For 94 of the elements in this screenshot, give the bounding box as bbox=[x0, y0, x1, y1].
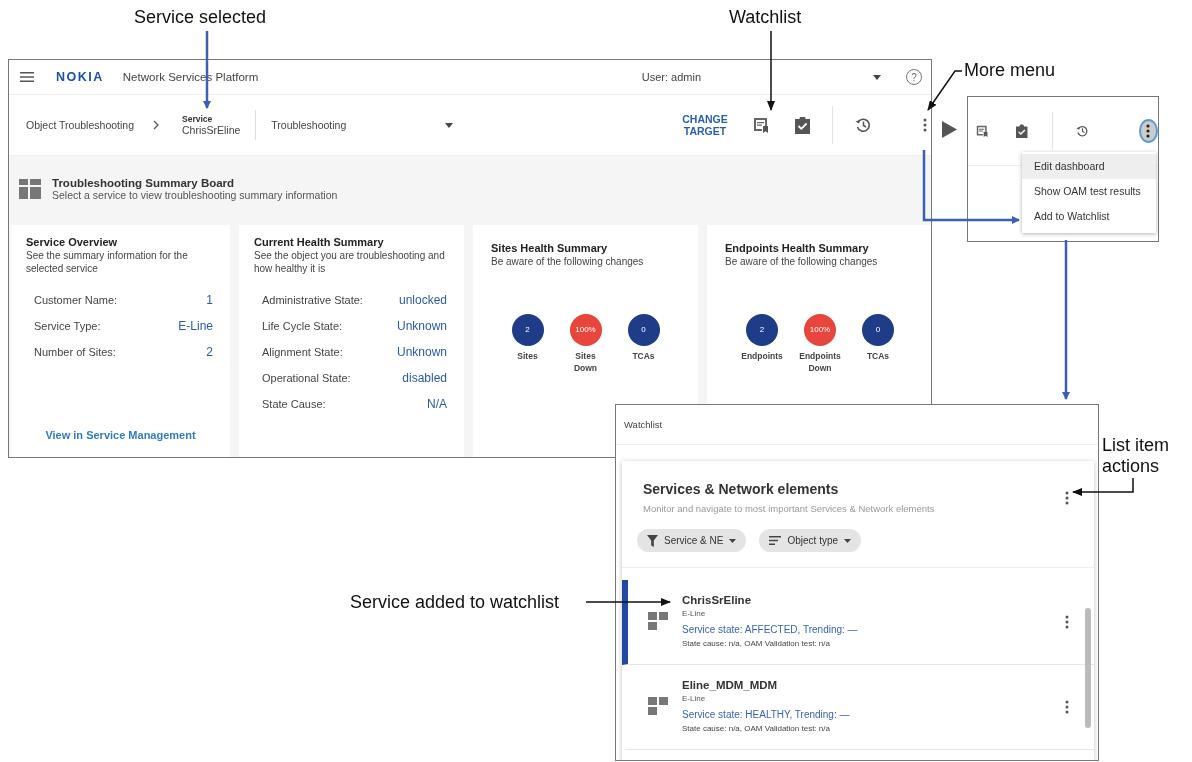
count-circle: 0 bbox=[627, 313, 660, 346]
field-label: State Cause: bbox=[262, 398, 326, 410]
item-name: Eline_MDM_MDM bbox=[682, 678, 779, 692]
callout-arrow bbox=[927, 70, 963, 111]
field-value: Unknown bbox=[396, 345, 447, 359]
menu-item[interactable]: Show OAM test results bbox=[1022, 179, 1156, 204]
card-subtitle: See the summary information for the selected service bbox=[26, 250, 189, 275]
item-type: E-Line bbox=[682, 608, 707, 620]
count-circle: 100% bbox=[804, 313, 836, 346]
count-label: Endpoints Down bbox=[799, 349, 841, 374]
callout-label: List item actions bbox=[1102, 435, 1171, 477]
change-target-button[interactable]: CHANGE TARGET bbox=[682, 113, 728, 137]
count-label: Endpoints bbox=[741, 349, 783, 362]
field-value: Unknown bbox=[396, 319, 447, 333]
field-label: Operational State: bbox=[262, 372, 351, 384]
count-label: Sites bbox=[517, 349, 538, 362]
sort-icon bbox=[769, 536, 782, 545]
caret-icon bbox=[729, 538, 737, 543]
clipboard-check-icon[interactable] bbox=[795, 116, 810, 134]
user-menu[interactable]: User: admin bbox=[641, 71, 701, 83]
card-title: Service Overview bbox=[26, 236, 119, 248]
field-label: Customer Name: bbox=[34, 294, 118, 306]
caret-icon bbox=[445, 122, 454, 128]
watchlist-icon[interactable] bbox=[976, 123, 989, 139]
callout-label: Watchlist bbox=[729, 7, 802, 28]
service-grid-icon bbox=[648, 697, 668, 717]
item-actions-icon[interactable] bbox=[1065, 615, 1069, 629]
scrollbar[interactable] bbox=[1085, 608, 1091, 728]
field-value: E-Line bbox=[178, 319, 213, 333]
item-details: State cause: n/a, OAM Validation test: n/a bbox=[682, 723, 831, 735]
count-label: TCAs bbox=[632, 349, 655, 362]
field-label: Alignment State: bbox=[262, 346, 343, 358]
watchlist-title: Watchlist bbox=[624, 419, 663, 430]
chevron-right-icon bbox=[153, 120, 159, 130]
more-icon bbox=[1146, 124, 1151, 138]
caret-icon bbox=[873, 74, 881, 80]
item-state: Service state: HEALTHY, Trending: — bbox=[682, 708, 851, 722]
history-icon[interactable] bbox=[855, 117, 871, 133]
more-actions-icon[interactable] bbox=[1065, 490, 1069, 505]
field-label: Administrative State: bbox=[262, 294, 363, 306]
service-grid-icon bbox=[648, 612, 668, 632]
service-name: ChrisSrEline bbox=[182, 125, 241, 136]
field-label: Number of Sites: bbox=[34, 346, 116, 358]
board-subtitle: Select a service to view troubleshooting summary information bbox=[52, 189, 338, 201]
item-state: Service state: AFFECTED, Trending: — bbox=[682, 623, 859, 637]
callout-label: Service selected bbox=[134, 7, 267, 28]
card-title: Endpoints Health Summary bbox=[725, 242, 870, 254]
more-menu-button[interactable] bbox=[1138, 119, 1158, 143]
breadcrumb-link[interactable]: Object Troubleshooting bbox=[26, 119, 134, 131]
count-circle: 100% bbox=[569, 313, 602, 346]
count-circle: 0 bbox=[862, 313, 894, 346]
field-label: Life Cycle State: bbox=[262, 320, 343, 332]
callout-arrow bbox=[1072, 477, 1134, 496]
watchlist-icon[interactable] bbox=[753, 117, 769, 133]
service-management-link[interactable]: View in Service Management bbox=[45, 429, 196, 441]
card-title: Sites Health Summary bbox=[491, 242, 609, 254]
history-icon[interactable] bbox=[1076, 123, 1089, 139]
filter-icon bbox=[647, 534, 658, 547]
card-subtitle: Monitor and navigate to most important Services & Network elements bbox=[643, 503, 935, 514]
logo: NOKIA bbox=[56, 70, 104, 84]
view-dropdown[interactable]: Troubleshooting bbox=[271, 119, 454, 131]
item-details: State cause: n/a, OAM Validation test: n/a bbox=[682, 638, 831, 650]
service-label: Service bbox=[182, 114, 214, 125]
board-title: Troubleshooting Summary Board bbox=[52, 177, 236, 189]
clipboard-check-icon[interactable] bbox=[1016, 122, 1028, 140]
callout-label: More menu bbox=[964, 60, 1056, 81]
card-subtitle: Be aware of the following changes bbox=[725, 256, 879, 269]
count-circle: 2 bbox=[746, 313, 778, 346]
item-type: E-Line bbox=[682, 693, 707, 705]
menu-icon[interactable] bbox=[20, 72, 34, 82]
card-subtitle: See the object you are troubleshooting and how healthy it is bbox=[254, 250, 446, 275]
filter-chip[interactable]: Object type bbox=[759, 529, 862, 552]
card-title: Services & Network elements bbox=[643, 481, 840, 497]
count-label: Sites Down bbox=[572, 349, 599, 374]
filter-chip[interactable]: Service & NE bbox=[637, 529, 747, 552]
callout-label: Service added to watchlist bbox=[350, 592, 560, 613]
caret-icon bbox=[844, 538, 852, 543]
field-value: disabled bbox=[402, 371, 447, 385]
field-value: 2 bbox=[206, 345, 213, 359]
more-menu-icon[interactable] bbox=[923, 118, 927, 132]
card-subtitle: Be aware of the following changes bbox=[491, 256, 645, 269]
item-name: ChrisSrEline bbox=[682, 593, 753, 607]
dashboard-icon bbox=[19, 179, 41, 199]
item-actions-icon[interactable] bbox=[1065, 700, 1069, 714]
field-value: unlocked bbox=[398, 293, 447, 307]
menu-item[interactable]: Add to Watchlist bbox=[1022, 204, 1156, 229]
field-label: Service Type: bbox=[34, 320, 101, 332]
field-value: 1 bbox=[206, 293, 213, 307]
menu-item[interactable]: Edit dashboard bbox=[1022, 154, 1156, 179]
triangle-arrow-icon bbox=[942, 121, 957, 138]
field-value: N/A bbox=[427, 397, 447, 411]
card-title: Current Health Summary bbox=[254, 236, 385, 248]
count-label: TCAs bbox=[866, 349, 890, 362]
count-circle: 2 bbox=[511, 313, 544, 346]
